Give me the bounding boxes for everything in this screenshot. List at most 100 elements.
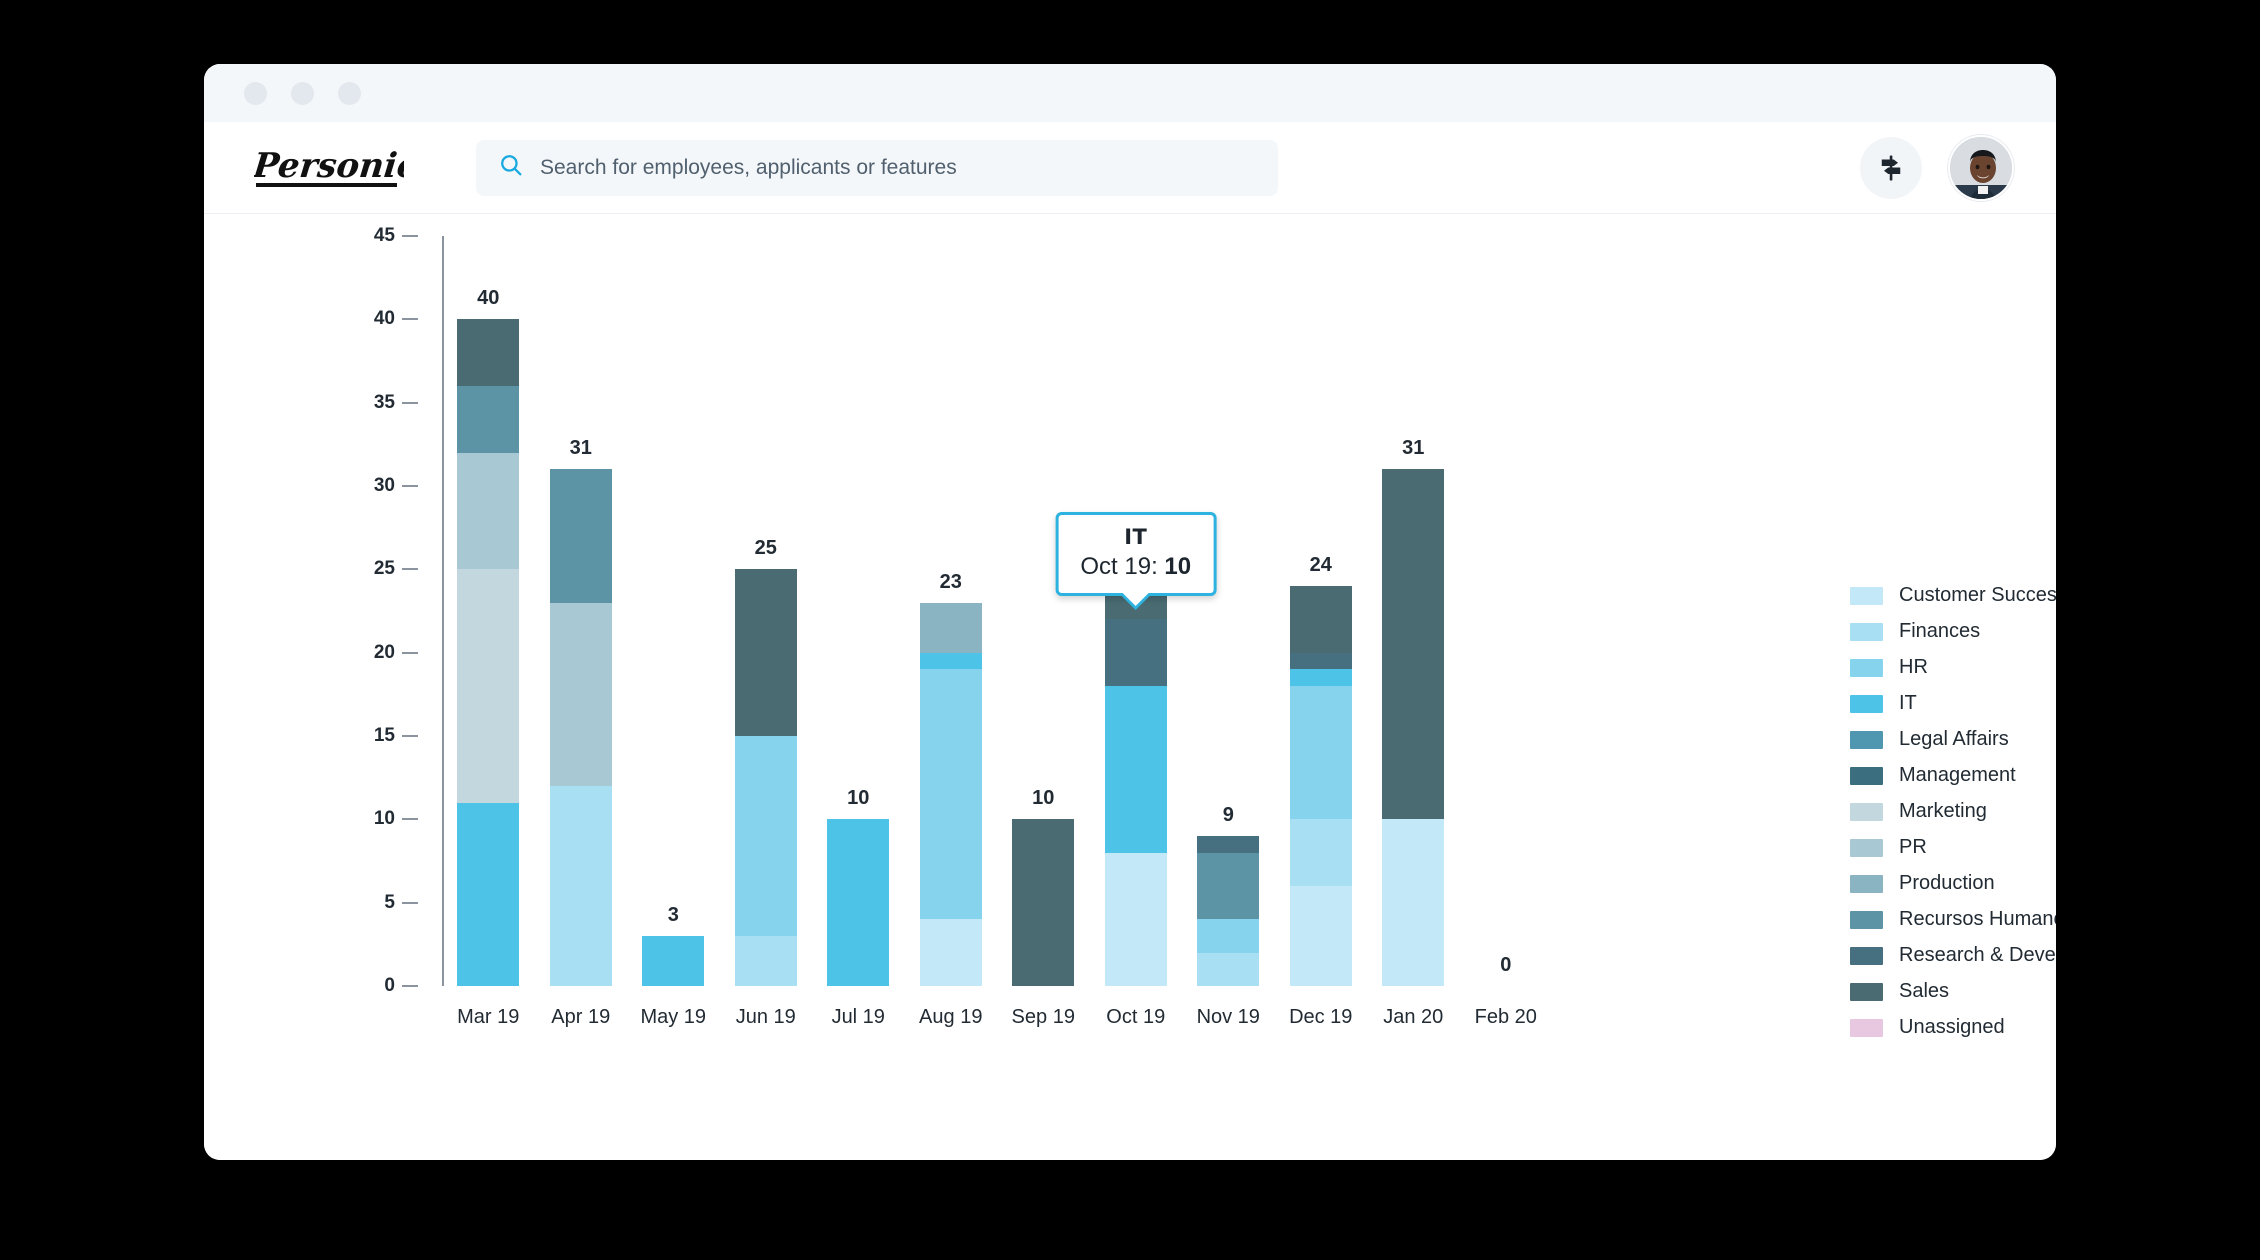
y-axis-tick bbox=[402, 818, 418, 821]
bar-total-label: 3 bbox=[667, 904, 679, 926]
legend-item[interactable]: Recursos Humanos España bbox=[1850, 908, 2056, 931]
legend-item[interactable]: Finances bbox=[1850, 620, 2056, 643]
bar-column[interactable]: 10 Sep 19 bbox=[1012, 787, 1075, 1028]
bar-segment[interactable] bbox=[1197, 919, 1260, 953]
search-input[interactable] bbox=[540, 155, 1256, 180]
signpost-icon[interactable] bbox=[1860, 136, 1922, 199]
bar-segment[interactable] bbox=[1104, 686, 1167, 853]
bar-segment[interactable] bbox=[642, 936, 705, 986]
y-axis-tick-label: 40 bbox=[373, 308, 395, 330]
bar-segment[interactable] bbox=[1197, 852, 1260, 920]
bar-segment[interactable] bbox=[457, 569, 520, 803]
bar-column[interactable]: 31 Apr 19 bbox=[549, 437, 612, 1028]
bar-column[interactable]: 24Oct 19 bbox=[1104, 554, 1167, 1028]
legend-item-label: Customer Success bbox=[1899, 584, 2056, 606]
bar-segment[interactable] bbox=[1289, 652, 1352, 670]
bar-segment[interactable] bbox=[1289, 886, 1352, 986]
y-axis-tick bbox=[402, 901, 418, 904]
bar-segment[interactable] bbox=[1382, 819, 1445, 986]
tooltip-body: Oct 19: 10 bbox=[1080, 553, 1191, 581]
global-search-bar[interactable] bbox=[476, 139, 1278, 196]
x-axis-label: Apr 19 bbox=[551, 1006, 611, 1028]
personio-logo[interactable]: Personio bbox=[234, 141, 424, 195]
bar-segment[interactable] bbox=[1197, 952, 1260, 986]
legend-swatch bbox=[1850, 946, 1883, 965]
legend-item-label: Unassigned bbox=[1899, 1016, 2005, 1038]
x-axis-label: Sep 19 bbox=[1011, 1006, 1075, 1028]
legend-item[interactable]: Research & Development bbox=[1850, 944, 2056, 967]
bar-segment[interactable] bbox=[457, 319, 520, 387]
window-maximize-dot[interactable] bbox=[338, 81, 361, 105]
bar-chart-plot: 0 5 10 15 20 25 30 35 40 45 40 Mar 19 31 Apr 19 3 May … bbox=[374, 225, 1552, 1028]
legend-item[interactable]: IT bbox=[1850, 692, 2056, 715]
bar-segment[interactable] bbox=[1382, 469, 1445, 820]
legend-item[interactable]: Marketing bbox=[1850, 800, 2056, 823]
bar-segment[interactable] bbox=[549, 786, 612, 986]
legend-item[interactable]: HR bbox=[1850, 656, 2056, 679]
bar-segment[interactable] bbox=[919, 919, 982, 986]
legend-item[interactable]: Legal Affairs bbox=[1850, 728, 2056, 751]
bar-segment[interactable] bbox=[919, 669, 982, 920]
bar-segment[interactable] bbox=[549, 469, 612, 603]
legend-item-label: IT bbox=[1899, 692, 1917, 714]
bar-segment[interactable] bbox=[919, 602, 982, 653]
legend-item[interactable]: Sales bbox=[1850, 980, 2056, 1003]
bar-total-label: 10 bbox=[1032, 787, 1055, 810]
bar-segment[interactable] bbox=[457, 802, 520, 986]
bar-segment[interactable] bbox=[827, 819, 890, 986]
bar-column[interactable]: 25 Jun 19 bbox=[734, 537, 797, 1028]
y-axis-tick-label: 30 bbox=[373, 475, 395, 496]
legend-swatch bbox=[1850, 730, 1883, 749]
legend-item[interactable]: PR bbox=[1850, 836, 2056, 859]
bar-column[interactable]: 3 May 19 bbox=[640, 904, 706, 1028]
bar-column[interactable]: 10 Jul 19 bbox=[827, 787, 890, 1028]
window-close-dot[interactable] bbox=[244, 81, 267, 105]
bar-segment[interactable] bbox=[549, 602, 612, 786]
bar-column[interactable]: 9 Nov 19 bbox=[1197, 804, 1260, 1028]
legend-item-label: Production bbox=[1899, 872, 1995, 894]
legend-item[interactable]: Unassigned bbox=[1850, 1016, 2056, 1039]
bar-segment[interactable] bbox=[1289, 686, 1352, 820]
legend-item-label: Legal Affairs bbox=[1899, 728, 2009, 750]
y-axis-tick-label: 10 bbox=[373, 808, 395, 830]
y-axis-ticks: 0 5 10 15 20 25 30 35 40 45 bbox=[374, 225, 419, 996]
legend-item-label: Management bbox=[1899, 764, 2016, 786]
bar-segment[interactable] bbox=[1197, 836, 1260, 853]
y-axis-tick bbox=[402, 485, 418, 487]
window-minimize-dot[interactable] bbox=[291, 81, 314, 105]
legend-swatch bbox=[1850, 1018, 1883, 1037]
legend-swatch bbox=[1850, 982, 1883, 1001]
bar-segment[interactable] bbox=[1012, 819, 1075, 986]
bar-segment[interactable] bbox=[457, 452, 520, 570]
legend-swatch bbox=[1850, 910, 1883, 929]
bar-segment[interactable] bbox=[734, 936, 797, 986]
user-avatar[interactable] bbox=[1948, 134, 2014, 201]
legend-item[interactable]: Management bbox=[1850, 764, 2056, 787]
bar-column[interactable]: 31 Jan 20 bbox=[1382, 437, 1445, 1028]
bar-total-label: 9 bbox=[1222, 804, 1234, 826]
legend-item[interactable]: Production bbox=[1850, 872, 2056, 895]
legend-swatch bbox=[1850, 658, 1883, 677]
bar-column[interactable]: 24 Dec 19 bbox=[1289, 554, 1352, 1028]
app-window: Personio Search for employees, applicant… bbox=[204, 64, 2056, 1160]
bar-segment[interactable] bbox=[919, 652, 982, 670]
bar-segment[interactable] bbox=[1104, 852, 1167, 986]
bar-segment[interactable] bbox=[1289, 586, 1352, 653]
bar-segment[interactable] bbox=[734, 736, 797, 936]
bar-column[interactable]: 40 Mar 19 bbox=[457, 287, 520, 1028]
bar-segment[interactable] bbox=[1289, 669, 1352, 687]
bar-column[interactable]: 23 Aug 19 bbox=[919, 571, 982, 1028]
y-axis-tick-label: 45 bbox=[373, 225, 395, 246]
y-axis-tick bbox=[402, 651, 418, 654]
window-titlebar bbox=[204, 64, 2056, 122]
bar-segment[interactable] bbox=[1104, 619, 1167, 687]
legend-item[interactable]: Customer Success bbox=[1850, 584, 2056, 607]
bar-segment[interactable] bbox=[734, 569, 797, 736]
bar-segment[interactable] bbox=[457, 386, 520, 453]
bar-total-label: 23 bbox=[939, 570, 962, 593]
bar-segment[interactable] bbox=[1289, 819, 1352, 886]
legend-item-label: Sales bbox=[1899, 980, 1950, 1002]
x-axis-label: Nov 19 bbox=[1196, 1006, 1260, 1028]
y-axis-tick bbox=[402, 735, 418, 737]
legend-swatch bbox=[1850, 838, 1883, 857]
